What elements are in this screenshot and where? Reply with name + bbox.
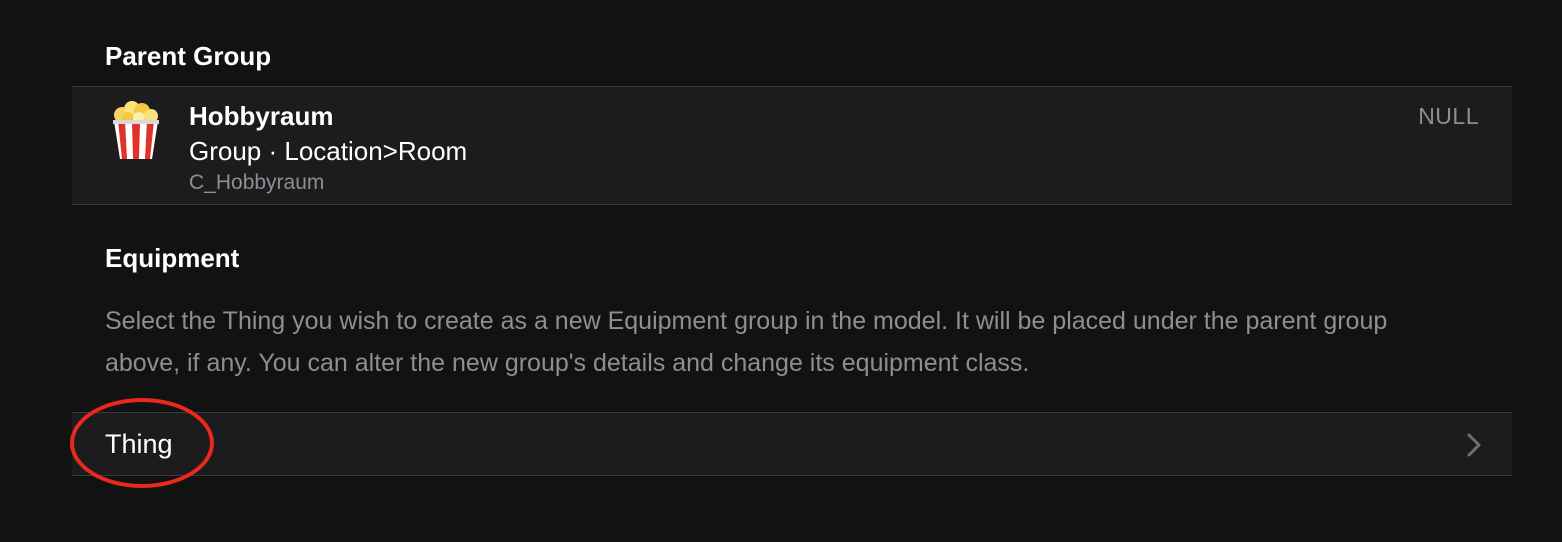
group-state: NULL (1418, 103, 1479, 129)
add-equipment-page: Parent Group Hobbyraum Group · Location>… (0, 0, 1562, 542)
group-name: Hobbyraum (189, 101, 334, 131)
parent-group-heading: Parent Group (105, 41, 272, 71)
thing-label: Thing (105, 429, 173, 459)
equipment-description: Select the Thing you wish to create as a… (105, 307, 1388, 377)
thing-selector[interactable]: Thing (72, 412, 1512, 476)
group-id: C_Hobbyraum (189, 171, 325, 194)
popcorn-icon (113, 101, 159, 159)
parent-group-item[interactable]: Hobbyraum Group · Location>Room C_Hobbyr… (72, 86, 1512, 205)
chevron-right-icon (1467, 433, 1481, 457)
equipment-heading: Equipment (105, 243, 240, 273)
group-type: Group · Location>Room (189, 136, 468, 166)
